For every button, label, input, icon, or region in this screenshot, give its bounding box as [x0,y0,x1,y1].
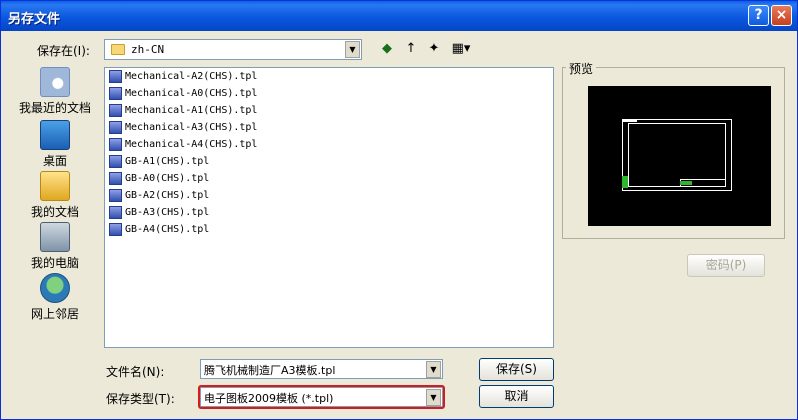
file-name: Mechanical-A0(CHS).tpl [125,88,258,99]
file-name: GB-A3(CHS).tpl [125,207,210,218]
password-button[interactable]: 密码(P) [687,254,765,277]
filetype-highlight [198,385,445,409]
file-name: GB-A2(CHS).tpl [125,190,210,201]
preview-drawing-border [628,123,726,187]
file-item[interactable]: Mechanical-A2(CHS).tpl [109,69,257,85]
file-item[interactable]: Mechanical-A0(CHS).tpl [109,86,257,102]
file-list[interactable]: Mechanical-A2(CHS).tpl Mechanical-A0(CHS… [104,67,554,348]
file-name: Mechanical-A2(CHS).tpl [125,71,258,82]
filetype-label: 保存类型(T): [106,392,175,406]
network-icon [40,273,70,303]
cancel-button[interactable]: 取消 [479,385,554,408]
template-file-icon [109,86,122,100]
place-desktop[interactable]: 桌面 [17,120,93,169]
file-name: Mechanical-A3(CHS).tpl [125,122,258,133]
close-button[interactable]: × [771,5,792,26]
template-file-icon [109,103,122,117]
preview-image [588,86,771,226]
template-file-icon [109,69,122,83]
place-label: 我最近的文档 [18,101,91,115]
chevron-down-icon[interactable]: ▼ [345,41,360,58]
template-file-icon [109,188,122,202]
file-name: GB-A4(CHS).tpl [125,224,210,235]
up-folder-icon[interactable]: ↑ [403,41,419,57]
place-label: 网上邻居 [30,307,79,321]
file-name: Mechanical-A1(CHS).tpl [125,105,258,116]
place-label: 我的文档 [30,205,79,219]
place-label: 我的电脑 [30,256,79,270]
file-item[interactable]: Mechanical-A3(CHS).tpl [109,120,257,136]
template-file-icon [109,137,122,151]
preview-label: 预览 [566,60,597,77]
place-network[interactable]: 网上邻居 [17,273,93,322]
my-documents-icon [40,171,70,201]
filename-value: 腾飞机械制造厂A3模板.tpl [204,364,336,377]
file-item[interactable]: GB-A1(CHS).tpl [109,154,209,170]
folder-icon [111,44,125,55]
recent-docs-icon [40,67,70,97]
file-name: GB-A1(CHS).tpl [125,156,210,167]
file-item[interactable]: GB-A2(CHS).tpl [109,188,209,204]
place-documents[interactable]: 我的文档 [17,171,93,220]
new-folder-icon[interactable]: ✦ [426,41,442,57]
place-recent[interactable]: 我最近的文档 [17,67,93,116]
save-in-dropdown[interactable]: zh-CN ▼ [104,39,362,60]
preview-green-marks [622,176,628,188]
desktop-icon [40,120,70,150]
save-in-label: 保存在(I): [37,44,90,58]
my-computer-icon [40,222,70,252]
window-title: 另存文件 [8,12,61,27]
place-computer[interactable]: 我的电脑 [17,222,93,271]
template-file-icon [109,205,122,219]
save-file-dialog: 另存文件 ? × 保存在(I): zh-CN ▼ ◆ ↑ ✦ ▦▾ 我最近的文档… [0,0,798,420]
file-item[interactable]: Mechanical-A1(CHS).tpl [109,103,257,119]
file-name: GB-A0(CHS).tpl [125,173,210,184]
title-bar[interactable]: 另存文件 ? × [1,1,797,31]
views-menu-icon[interactable]: ▦▾ [450,41,472,57]
save-in-value: zh-CN [131,43,165,56]
file-item[interactable]: GB-A0(CHS).tpl [109,171,209,187]
back-icon[interactable]: ◆ [379,41,395,57]
preview-corner-mark [623,119,637,122]
place-label: 桌面 [42,154,67,168]
template-file-icon [109,222,122,236]
chevron-down-icon[interactable]: ▼ [426,361,441,378]
preview-green-block [680,181,692,185]
help-button[interactable]: ? [748,5,769,26]
template-file-icon [109,154,122,168]
file-item[interactable]: GB-A3(CHS).tpl [109,205,209,221]
filename-label: 文件名(N): [106,365,165,379]
file-item[interactable]: Mechanical-A4(CHS).tpl [109,137,257,153]
save-button[interactable]: 保存(S) [479,358,554,381]
filename-input[interactable]: 腾飞机械制造厂A3模板.tpl ▼ [200,359,443,379]
template-file-icon [109,171,122,185]
template-file-icon [109,120,122,134]
file-name: Mechanical-A4(CHS).tpl [125,139,258,150]
file-item[interactable]: GB-A4(CHS).tpl [109,222,209,238]
